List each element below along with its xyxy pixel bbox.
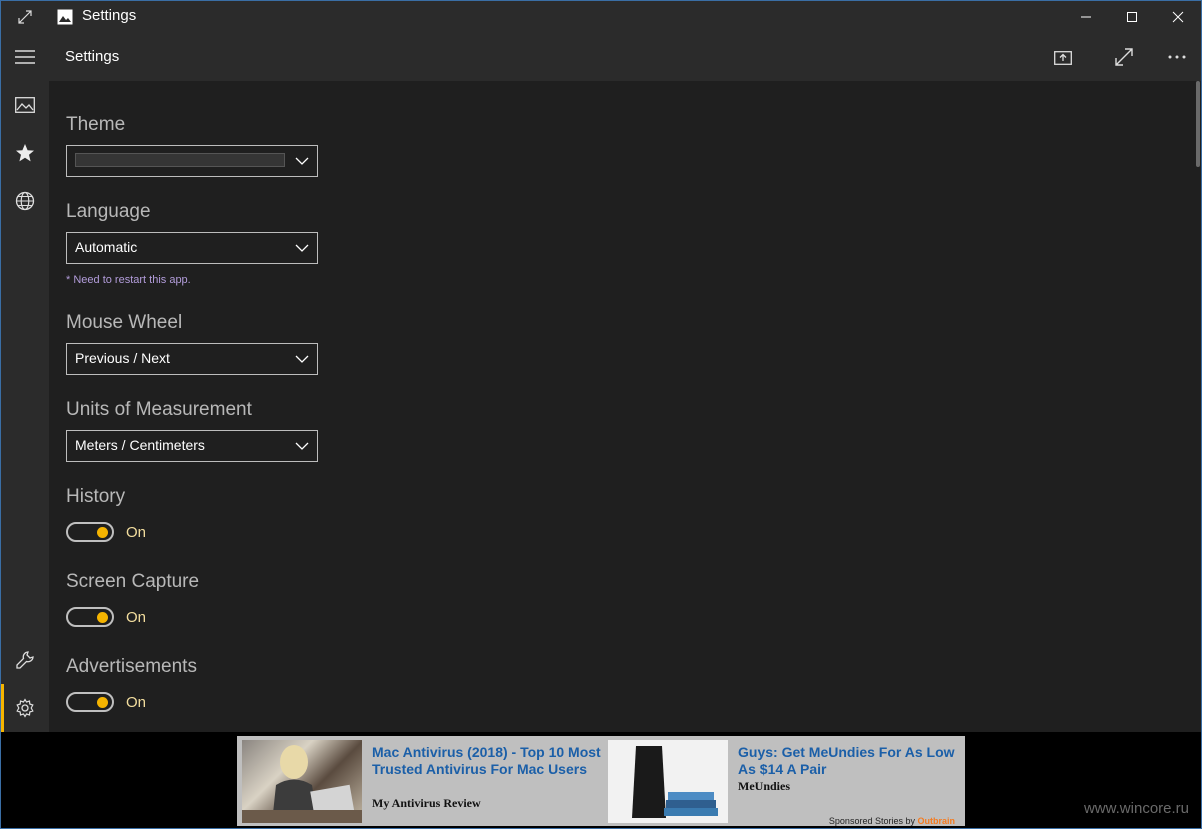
history-state: On (126, 524, 147, 541)
share-button[interactable] (1039, 33, 1087, 81)
minimize-button[interactable] (1063, 1, 1109, 33)
chevron-down-icon (295, 244, 309, 252)
theme-label: Theme (66, 114, 126, 135)
units-label: Units of Measurement (66, 399, 252, 420)
restart-note: * Need to restart this app. (66, 274, 191, 286)
wrench-icon (16, 651, 34, 669)
units-dropdown[interactable]: Meters / Centimeters (66, 430, 318, 462)
minimize-icon (1081, 16, 1091, 18)
gear-icon (16, 698, 34, 718)
ad-2-title[interactable]: Guys: Get MeUndies For As Low As $14 A P… (738, 744, 963, 778)
vertical-scrollbar[interactable] (1195, 81, 1201, 732)
history-label: History (66, 486, 126, 507)
globe-icon (15, 191, 35, 211)
fullscreen-icon (1115, 48, 1133, 66)
history-toggle[interactable] (66, 522, 114, 542)
screen-capture-state: On (126, 609, 147, 626)
share-icon (1054, 51, 1072, 65)
chevron-down-icon (295, 157, 309, 165)
settings-content: Theme Language Automatic * Need to resta… (49, 81, 1201, 732)
chevron-down-icon (295, 355, 309, 363)
nav-pictures-button[interactable] (1, 81, 49, 129)
back-expand-button[interactable] (1, 1, 49, 33)
close-button[interactable] (1155, 1, 1201, 33)
window-title: Settings (82, 7, 137, 24)
nav-web-button[interactable] (1, 177, 49, 225)
maximize-icon (1127, 12, 1137, 22)
units-value: Meters / Centimeters (75, 437, 205, 453)
mouse-wheel-value: Previous / Next (75, 350, 170, 366)
maximize-button[interactable] (1109, 1, 1155, 33)
advertisements-label: Advertisements (66, 656, 197, 677)
hamburger-menu-button[interactable] (1, 33, 49, 81)
nav-settings-button[interactable] (1, 684, 49, 732)
ad-1-title[interactable]: Mac Antivirus (2018) - Top 10 Most Trust… (372, 744, 602, 778)
language-value: Automatic (75, 239, 138, 255)
close-icon (1172, 11, 1184, 23)
ad-image-product[interactable] (608, 740, 728, 823)
theme-dropdown[interactable] (66, 145, 318, 177)
nav-tools-button[interactable] (1, 636, 49, 684)
chevron-down-icon (295, 442, 309, 450)
app-photo-icon (57, 9, 73, 25)
picture-icon (15, 97, 35, 113)
nav-favorites-button[interactable] (1, 129, 49, 177)
hamburger-menu-icon (15, 50, 35, 64)
toggle-knob (97, 697, 108, 708)
ad-image-woman-laptop[interactable] (242, 740, 362, 823)
sponsored-stories[interactable]: Sponsored Stories by Outbrain (829, 816, 955, 826)
scrollbar-thumb[interactable] (1196, 81, 1200, 167)
ad-banner: Mac Antivirus (2018) - Top 10 Most Trust… (237, 736, 965, 826)
watermark: www.wincore.ru (1083, 800, 1189, 817)
more-icon (1168, 55, 1186, 59)
app-window: Settings Settings Theme Language Automat… (0, 0, 1202, 829)
title-bar: Settings (1, 1, 1201, 33)
outbrain-logo: Outbrain (917, 816, 956, 826)
ad-photo (242, 745, 362, 823)
toggle-knob (97, 527, 108, 538)
mouse-wheel-dropdown[interactable]: Previous / Next (66, 343, 318, 375)
navigation-rail (1, 33, 49, 732)
more-button[interactable] (1153, 33, 1201, 81)
ad-2-source: MeUndies (738, 779, 790, 793)
expand-icon (18, 10, 32, 24)
theme-value (75, 153, 285, 167)
page-title: Settings (65, 48, 120, 65)
language-label: Language (66, 201, 151, 222)
ad-product-photo (632, 746, 718, 818)
language-dropdown[interactable]: Automatic (66, 232, 318, 264)
page-header: Settings (49, 33, 1201, 81)
mouse-wheel-label: Mouse Wheel (66, 312, 183, 333)
star-icon (16, 144, 34, 162)
fullscreen-button[interactable] (1100, 33, 1148, 81)
ad-1-source: My Antivirus Review (372, 796, 481, 810)
sponsor-prefix: Sponsored Stories by (828, 816, 915, 826)
toggle-knob (97, 612, 108, 623)
screen-capture-toggle[interactable] (66, 607, 114, 627)
advertisements-toggle[interactable] (66, 692, 114, 712)
advertisements-state: On (126, 694, 147, 711)
screen-capture-label: Screen Capture (66, 571, 200, 592)
ad-strip: Mac Antivirus (2018) - Top 10 Most Trust… (1, 732, 1201, 828)
